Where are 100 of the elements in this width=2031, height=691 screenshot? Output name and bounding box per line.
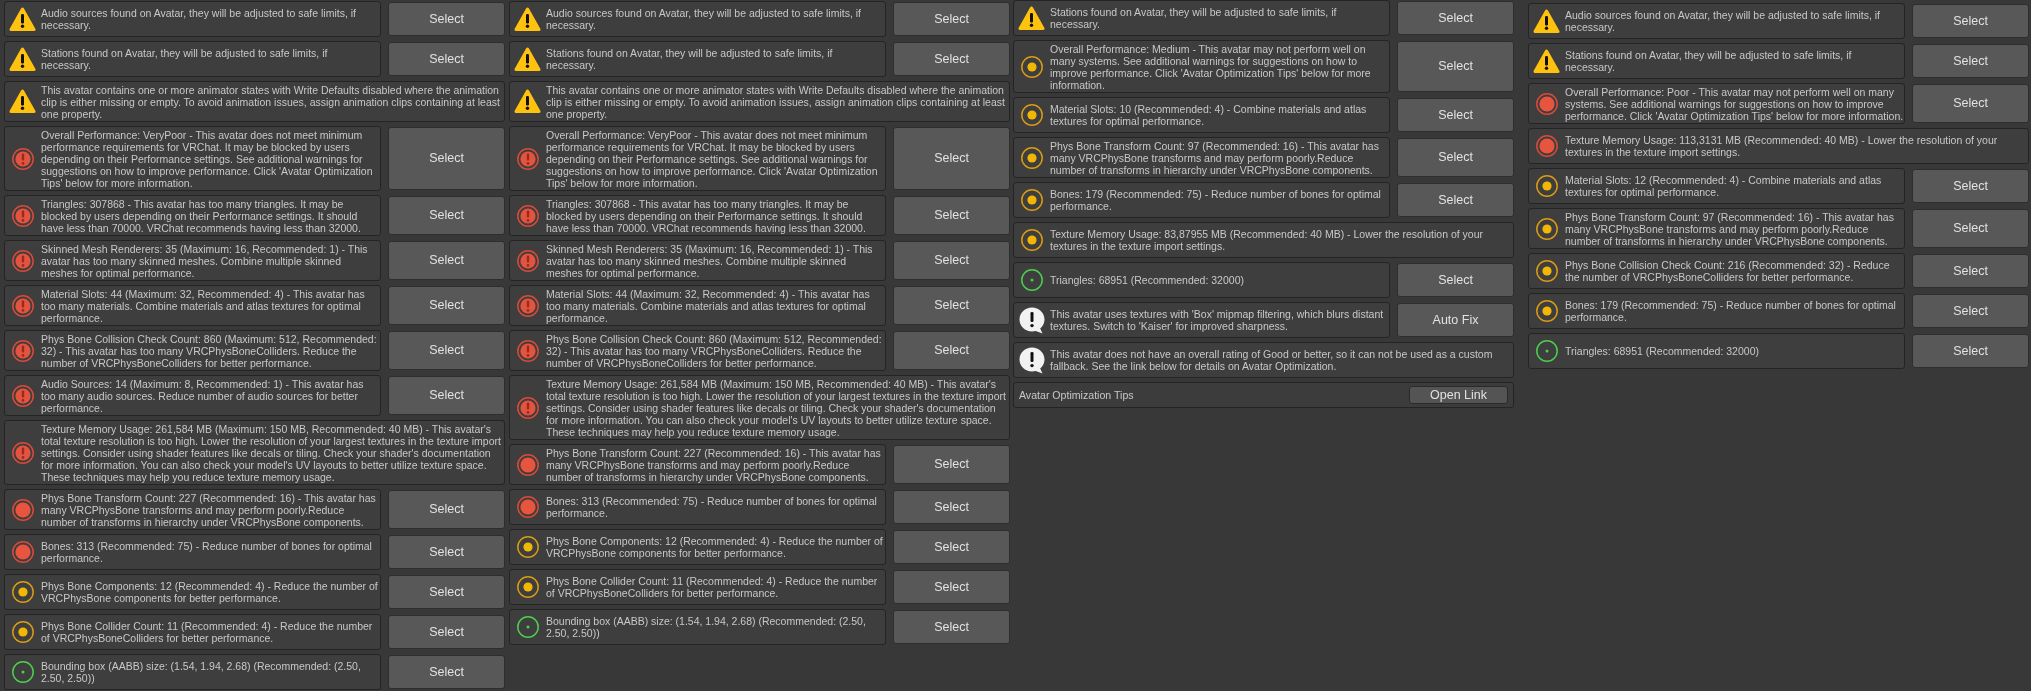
error-icon: [11, 384, 34, 407]
action-button[interactable]: Select: [1397, 1, 1514, 35]
error-icon: [516, 147, 539, 170]
action-button[interactable]: Select: [893, 196, 1010, 235]
message-text: Bones: 313 (Recommended: 75) - Reduce number of bones for optimal performance.: [545, 494, 878, 521]
warning-icon: [1533, 8, 1560, 34]
action-button[interactable]: Select: [893, 490, 1010, 524]
action-button[interactable]: Select: [388, 376, 505, 415]
message-text: Material Slots: 10 (Recommended: 4) - Combine materials and atlas textures for optimal performance.: [1049, 102, 1368, 129]
action-button[interactable]: Select: [893, 570, 1010, 604]
action-button[interactable]: Select: [388, 490, 505, 529]
message-text: Phys Bone Transform Count: 227 (Recommended: 16) - This avatar has many VRCPhysBone transforms and may perform poorly.Reduce number of transforms in hierarchy under VRCPhysBone components.: [40, 490, 377, 529]
tips-label: Avatar Optimization Tips: [1019, 389, 1134, 401]
message-text: Phys Bone Collision Check Count: 860 (Maximum: 512, Recommended: 32) - This avatar has too many VRCPhysBoneColliders. Reduce the number of VRCPhysBoneColliders for better performance.: [545, 331, 883, 370]
error-icon: [11, 339, 34, 362]
message-text: Bounding box (AABB) size: (1.54, 1.94, 2.68) (Recommended: (2.50, 2.50, 2.50)): [40, 659, 362, 686]
status-icon: [11, 621, 34, 643]
message-text: Triangles: 307868 - This avatar has too many triangles. It may be blocked by users depending on their Performance settings. It should have less than 70000. VRChat recommends having less than 32000.: [40, 196, 362, 235]
message-text: Overall Performance: VeryPoor - This avatar does not meet minimum performance requirements for VRChat. It may be blocked by users depending on their Performance settings. See additional warnings for suggestions on how to improve performance. Click 'Avatar Optimization Tips' below for more information.: [40, 127, 374, 190]
message-text: Phys Bone Transform Count: 227 (Recommended: 16) - This avatar has many VRCPhysBone transforms and may perform poorly.Reduce number of transforms in hierarchy under VRCPhysBone components.: [545, 445, 882, 484]
message-text: Overall Performance: VeryPoor - This avatar does not meet minimum performance requirements for VRChat. It may be blocked by users depending on their Performance settings. See additional warnings for suggestions on how to improve performance. Click 'Avatar Optimization Tips' below for more information.: [545, 127, 879, 190]
status-icon: [1535, 217, 1558, 240]
message-text: Phys Bone Components: 12 (Recommended: 4) - Reduce the number of VRCPhysBone components for better performance.: [40, 579, 379, 606]
action-button[interactable]: Select: [1397, 138, 1514, 177]
status-icon: [516, 576, 539, 598]
message-text: Triangles: 68951 (Recommended: 32000): [1564, 344, 1760, 359]
status-icon: [1020, 146, 1043, 169]
action-button[interactable]: Select: [893, 445, 1010, 484]
message-text: Material Slots: 12 (Recommended: 4) - Combine materials and atlas textures for optimal performance.: [1564, 173, 1883, 200]
status-icon: [11, 661, 34, 683]
status-icon: [1020, 269, 1043, 291]
action-button[interactable]: Select: [388, 615, 505, 649]
action-button[interactable]: Select: [893, 286, 1010, 325]
action-button[interactable]: Select: [388, 575, 505, 609]
action-button[interactable]: Select: [1912, 334, 2029, 368]
message-text: Phys Bone Collision Check Count: 860 (Maximum: 512, Recommended: 32) - This avatar has too many VRCPhysBoneColliders. Reduce the number of VRCPhysBoneColliders for better performance.: [40, 331, 378, 370]
action-button[interactable]: Select: [1912, 4, 2029, 38]
status-icon: [1535, 260, 1558, 282]
message-text: Triangles: 307868 - This avatar has too many triangles. It may be blocked by users depending on their Performance settings. It should have less than 70000. VRChat recommends having less than 32000.: [545, 196, 867, 235]
action-button[interactable]: Auto Fix: [1397, 303, 1514, 337]
message-text: This avatar does not have an overall rating of Good or better, so it can not be used as a custom fallback. See the link below for details on Avatar Optimization.: [1049, 347, 1494, 374]
status-icon: [1020, 229, 1043, 251]
action-button[interactable]: Select: [388, 331, 505, 370]
warning-icon: [1533, 48, 1560, 74]
message-text: Overall Performance: Medium - This avatar may not perform well on many systems. See additional warnings for suggestions on how to improve performance. Click 'Avatar Optimization Tips' below for more information.: [1049, 41, 1372, 92]
message-text: Audio sources found on Avatar, they will be adjusted to safe limits, if necessary.: [40, 6, 357, 33]
message-text: Phys Bone Transform Count: 97 (Recommended: 16) - This avatar has many VRCPhysBone transforms and may perform poorly.Reduce number of transforms in hierarchy under VRCPhysBone components.: [1049, 138, 1380, 177]
action-button[interactable]: Select: [893, 331, 1010, 370]
status-icon: [1535, 92, 1558, 115]
message-text: Bones: 313 (Recommended: 75) - Reduce number of bones for optimal performance.: [40, 539, 373, 566]
action-button[interactable]: Select: [388, 655, 505, 689]
action-button[interactable]: Select: [1912, 254, 2029, 288]
message-text: Skinned Mesh Renderers: 35 (Maximum: 16, Recommended: 1) - This avatar has too many skinned meshes. Combine multiple skinned meshes for optimal performance.: [40, 241, 369, 280]
error-icon: [11, 441, 34, 464]
message-text: This avatar contains one or more animator states with Write Defaults disabled where the animation clip is either missing or empty. To avoid animation issues, assign animation clips containing at least one property.: [40, 82, 501, 121]
action-button[interactable]: Select: [388, 2, 505, 36]
action-button[interactable]: Select: [893, 127, 1010, 190]
action-button[interactable]: Select: [388, 535, 505, 569]
message-text: Bones: 179 (Recommended: 75) - Reduce number of bones for optimal performance.: [1564, 298, 1897, 325]
warning-icon: [514, 46, 541, 72]
action-button[interactable]: Select: [1912, 294, 2029, 328]
action-button[interactable]: Select: [1397, 183, 1514, 217]
message-text: Phys Bone Collider Count: 11 (Recommended: 4) - Reduce the number of VRCPhysBoneColliders for better performance.: [40, 619, 374, 646]
error-icon: [516, 396, 539, 419]
action-button[interactable]: Select: [388, 196, 505, 235]
action-button[interactable]: Select: [1912, 209, 2029, 248]
message-text: Stations found on Avatar, they will be adjusted to safe limits, if necessary.: [1049, 5, 1338, 32]
action-button[interactable]: Select: [893, 42, 1010, 76]
status-icon: [11, 541, 34, 563]
action-button[interactable]: Select: [893, 610, 1010, 644]
action-button[interactable]: Select: [1912, 84, 2029, 123]
message-text: Bones: 179 (Recommended: 75) - Reduce number of bones for optimal performance.: [1049, 187, 1382, 214]
action-button[interactable]: Select: [893, 2, 1010, 36]
open-link-button[interactable]: Open Link: [1409, 386, 1508, 404]
message-text: Audio sources found on Avatar, they will be adjusted to safe limits, if necessary.: [1564, 8, 1881, 35]
action-button[interactable]: Select: [388, 241, 505, 280]
action-button[interactable]: Select: [1912, 169, 2029, 203]
action-button[interactable]: Select: [388, 42, 505, 76]
warning-icon: [514, 6, 541, 32]
message-text: Stations found on Avatar, they will be adjusted to safe limits, if necessary.: [1564, 48, 1853, 75]
action-button[interactable]: Select: [1397, 263, 1514, 297]
status-icon: [11, 581, 34, 603]
action-button[interactable]: Select: [388, 127, 505, 190]
error-icon: [516, 249, 539, 272]
action-button[interactable]: Select: [893, 241, 1010, 280]
action-button[interactable]: Select: [893, 530, 1010, 564]
action-button[interactable]: Select: [388, 286, 505, 325]
status-icon: [1020, 189, 1043, 211]
message-text: Phys Bone Transform Count: 97 (Recommended: 16) - This avatar has many VRCPhysBone transforms and may perform poorly.Reduce number of transforms in hierarchy under VRCPhysBone components.: [1564, 209, 1895, 248]
error-icon: [516, 294, 539, 317]
warning-icon: [1018, 5, 1045, 31]
message-text: Material Slots: 44 (Maximum: 32, Recommended: 4) - This avatar has too many materials. Combine materials and atlas textures for optimal performance.: [545, 286, 871, 325]
action-button[interactable]: Select: [1397, 41, 1514, 92]
status-icon: [1535, 175, 1558, 197]
action-button[interactable]: Select: [1912, 44, 2029, 78]
status-icon: [516, 536, 539, 558]
alert-bubble-icon: [1018, 346, 1045, 374]
message-text: Phys Bone Components: 12 (Recommended: 4) - Reduce the number of VRCPhysBone components for better performance.: [545, 534, 884, 561]
action-button[interactable]: Select: [1397, 98, 1514, 132]
message-text: Audio Sources: 14 (Maximum: 8, Recommended: 1) - This avatar has too many audio sources. Reduce number of audio sources for better performance.: [40, 376, 365, 415]
